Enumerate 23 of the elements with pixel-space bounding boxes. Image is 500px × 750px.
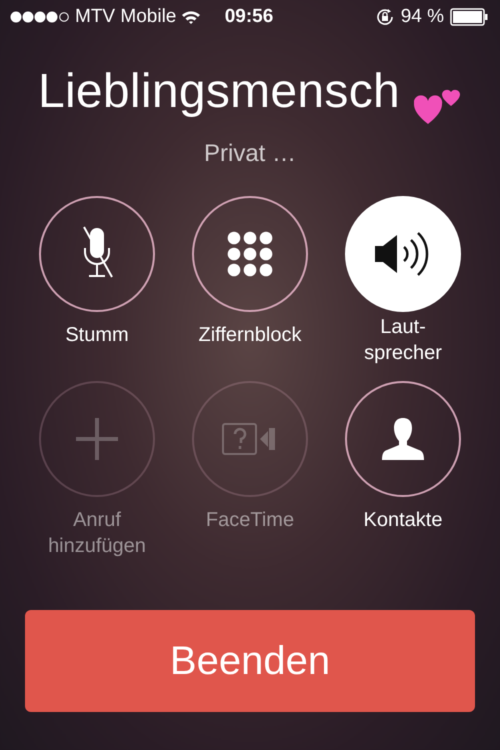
caller-name: Lieblingsmensch [38,64,400,120]
mute-button[interactable] [39,196,155,312]
call-status: Privat … [204,140,296,168]
end-call-button[interactable]: Beenden [25,610,475,712]
contacts-button[interactable] [345,381,461,497]
battery-percent: 94 % [400,6,444,28]
control-label: FaceTime [206,508,294,533]
person-icon [381,417,425,461]
keypad-icon [227,231,273,277]
wifi-icon [181,10,202,24]
signal-icon [10,11,70,23]
video-camera-icon [222,423,278,455]
carrier-name: MTV Mobile [75,6,176,28]
control-label: Kontakte [364,508,442,533]
control-label: Anruf hinzufügen [48,508,146,559]
rotation-lock-icon [374,7,395,27]
control-label: Laut- sprecher [364,315,442,366]
control-label: Stumm [65,323,129,348]
keypad-button[interactable] [192,196,308,312]
clock-time: 09:56 [224,6,274,28]
plus-icon [75,417,119,461]
battery-icon [450,8,488,26]
control-label: Ziffernblock [198,323,302,348]
